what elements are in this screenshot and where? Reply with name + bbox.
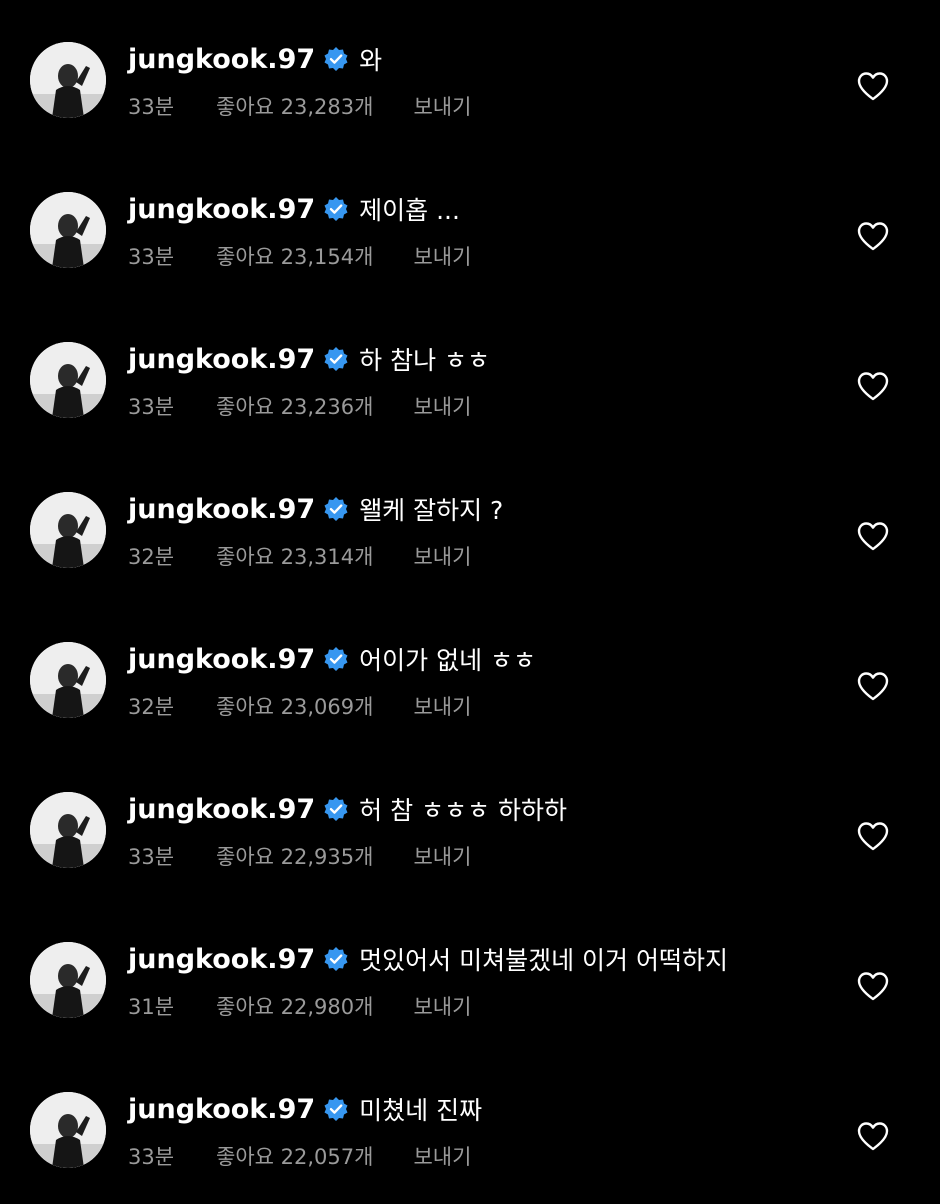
comment-text: 와 <box>359 46 383 75</box>
verified-badge-icon <box>323 646 349 672</box>
comment-item: jungkook.97 왤케 잘하지 ? 32분 좋아요 23,314개 보내기 <box>0 454 940 604</box>
comment-meta: 33분 좋아요 23,236개 보내기 <box>128 390 471 422</box>
send-button[interactable]: 보내기 <box>413 841 471 871</box>
verified-badge-icon <box>323 1096 349 1122</box>
avatar-photo <box>30 192 106 268</box>
avatar[interactable] <box>30 1092 106 1168</box>
heart-outline-icon[interactable] <box>856 1120 890 1152</box>
heart-outline-icon[interactable] <box>856 820 890 852</box>
comment-meta: 33분 좋아요 23,283개 보내기 <box>128 90 471 122</box>
comment-item: jungkook.97 미쳤네 진짜 33분 좋아요 22,057개 보내기 <box>0 1054 940 1204</box>
comment-text: 왤케 잘하지 ? <box>359 496 504 525</box>
likes-count[interactable]: 좋아요 23,154개 <box>216 241 373 271</box>
likes-count[interactable]: 좋아요 22,935개 <box>216 841 373 871</box>
username-link[interactable]: jungkook.97 <box>128 494 315 525</box>
heart-outline-icon[interactable] <box>856 370 890 402</box>
send-button[interactable]: 보내기 <box>413 691 471 721</box>
likes-count[interactable]: 좋아요 22,057개 <box>216 1141 373 1171</box>
avatar[interactable] <box>30 792 106 868</box>
comment-text: 허 참 ㅎㅎㅎ 하하하 <box>359 796 567 825</box>
comment-item: jungkook.97 하 참나 ㅎㅎ 33분 좋아요 23,236개 보내기 <box>0 304 940 454</box>
avatar[interactable] <box>30 642 106 718</box>
comment-time: 33분 <box>128 245 175 269</box>
avatar[interactable] <box>30 942 106 1018</box>
comment-meta: 31분 좋아요 22,980개 보내기 <box>128 990 471 1022</box>
comment-meta: 33분 좋아요 22,057개 보내기 <box>128 1140 471 1172</box>
comment-time: 31분 <box>128 995 175 1019</box>
comment-meta: 32분 좋아요 23,314개 보내기 <box>128 540 471 572</box>
verified-badge-icon <box>323 946 349 972</box>
send-button[interactable]: 보내기 <box>413 91 471 121</box>
username-link[interactable]: jungkook.97 <box>128 644 315 675</box>
comment-meta: 32분 좋아요 23,069개 보내기 <box>128 690 471 722</box>
comment-header: jungkook.97 멋있어서 미쳐불겠네 이거 어떡하지 <box>128 940 728 978</box>
likes-count[interactable]: 좋아요 23,069개 <box>216 691 373 721</box>
comment-header: jungkook.97 하 참나 ㅎㅎ <box>128 340 490 378</box>
comment-item: jungkook.97 제이홉 ... 33분 좋아요 23,154개 보내기 <box>0 154 940 304</box>
comment-list: jungkook.97 와 33분 좋아요 23,283개 보내기 jungko… <box>0 0 940 1200</box>
comment-header: jungkook.97 와 <box>128 40 382 78</box>
comment-item: jungkook.97 멋있어서 미쳐불겠네 이거 어떡하지 31분 좋아요 2… <box>0 904 940 1054</box>
comment-header: jungkook.97 제이홉 ... <box>128 190 460 228</box>
send-button[interactable]: 보내기 <box>413 1141 471 1171</box>
comment-time: 32분 <box>128 545 175 569</box>
comment-time: 33분 <box>128 395 175 419</box>
likes-count[interactable]: 좋아요 23,236개 <box>216 391 373 421</box>
comment-time: 33분 <box>128 845 175 869</box>
comment-time: 33분 <box>128 1145 175 1169</box>
comment-text: 멋있어서 미쳐불겠네 이거 어떡하지 <box>359 946 728 975</box>
send-button[interactable]: 보내기 <box>413 541 471 571</box>
send-button[interactable]: 보내기 <box>413 241 471 271</box>
comment-item: jungkook.97 어이가 없네 ㅎㅎ 32분 좋아요 23,069개 보내… <box>0 604 940 754</box>
comment-header: jungkook.97 미쳤네 진짜 <box>128 1090 482 1128</box>
heart-outline-icon[interactable] <box>856 520 890 552</box>
heart-outline-icon[interactable] <box>856 70 890 102</box>
comment-text: 제이홉 ... <box>359 196 460 225</box>
username-link[interactable]: jungkook.97 <box>128 794 315 825</box>
avatar-photo <box>30 42 106 118</box>
username-link[interactable]: jungkook.97 <box>128 194 315 225</box>
verified-badge-icon <box>323 796 349 822</box>
avatar-photo <box>30 342 106 418</box>
avatar-photo <box>30 642 106 718</box>
likes-count[interactable]: 좋아요 22,980개 <box>216 991 373 1021</box>
send-button[interactable]: 보내기 <box>413 991 471 1021</box>
heart-outline-icon[interactable] <box>856 220 890 252</box>
verified-badge-icon <box>323 196 349 222</box>
avatar[interactable] <box>30 342 106 418</box>
avatar-photo <box>30 792 106 868</box>
avatar[interactable] <box>30 492 106 568</box>
comment-time: 33분 <box>128 95 175 119</box>
likes-count[interactable]: 좋아요 23,314개 <box>216 541 373 571</box>
comment-text: 어이가 없네 ㅎㅎ <box>359 646 537 675</box>
username-link[interactable]: jungkook.97 <box>128 344 315 375</box>
heart-outline-icon[interactable] <box>856 670 890 702</box>
send-button[interactable]: 보내기 <box>413 391 471 421</box>
verified-badge-icon <box>323 496 349 522</box>
verified-badge-icon <box>323 46 349 72</box>
avatar[interactable] <box>30 42 106 118</box>
comment-item: jungkook.97 허 참 ㅎㅎㅎ 하하하 33분 좋아요 22,935개 … <box>0 754 940 904</box>
comment-meta: 33분 좋아요 23,154개 보내기 <box>128 240 471 272</box>
likes-count[interactable]: 좋아요 23,283개 <box>216 91 373 121</box>
comment-text: 하 참나 ㅎㅎ <box>359 346 491 375</box>
avatar-photo <box>30 1092 106 1168</box>
comment-header: jungkook.97 허 참 ㅎㅎㅎ 하하하 <box>128 790 567 828</box>
username-link[interactable]: jungkook.97 <box>128 1094 315 1125</box>
comment-time: 32분 <box>128 695 175 719</box>
avatar-photo <box>30 492 106 568</box>
comment-meta: 33분 좋아요 22,935개 보내기 <box>128 840 471 872</box>
comment-item: jungkook.97 와 33분 좋아요 23,283개 보내기 <box>0 4 940 154</box>
comment-header: jungkook.97 왤케 잘하지 ? <box>128 490 503 528</box>
avatar-photo <box>30 942 106 1018</box>
comment-text: 미쳤네 진짜 <box>359 1096 483 1125</box>
comment-header: jungkook.97 어이가 없네 ㅎㅎ <box>128 640 536 678</box>
username-link[interactable]: jungkook.97 <box>128 44 315 75</box>
verified-badge-icon <box>323 346 349 372</box>
username-link[interactable]: jungkook.97 <box>128 944 315 975</box>
avatar[interactable] <box>30 192 106 268</box>
heart-outline-icon[interactable] <box>856 970 890 1002</box>
